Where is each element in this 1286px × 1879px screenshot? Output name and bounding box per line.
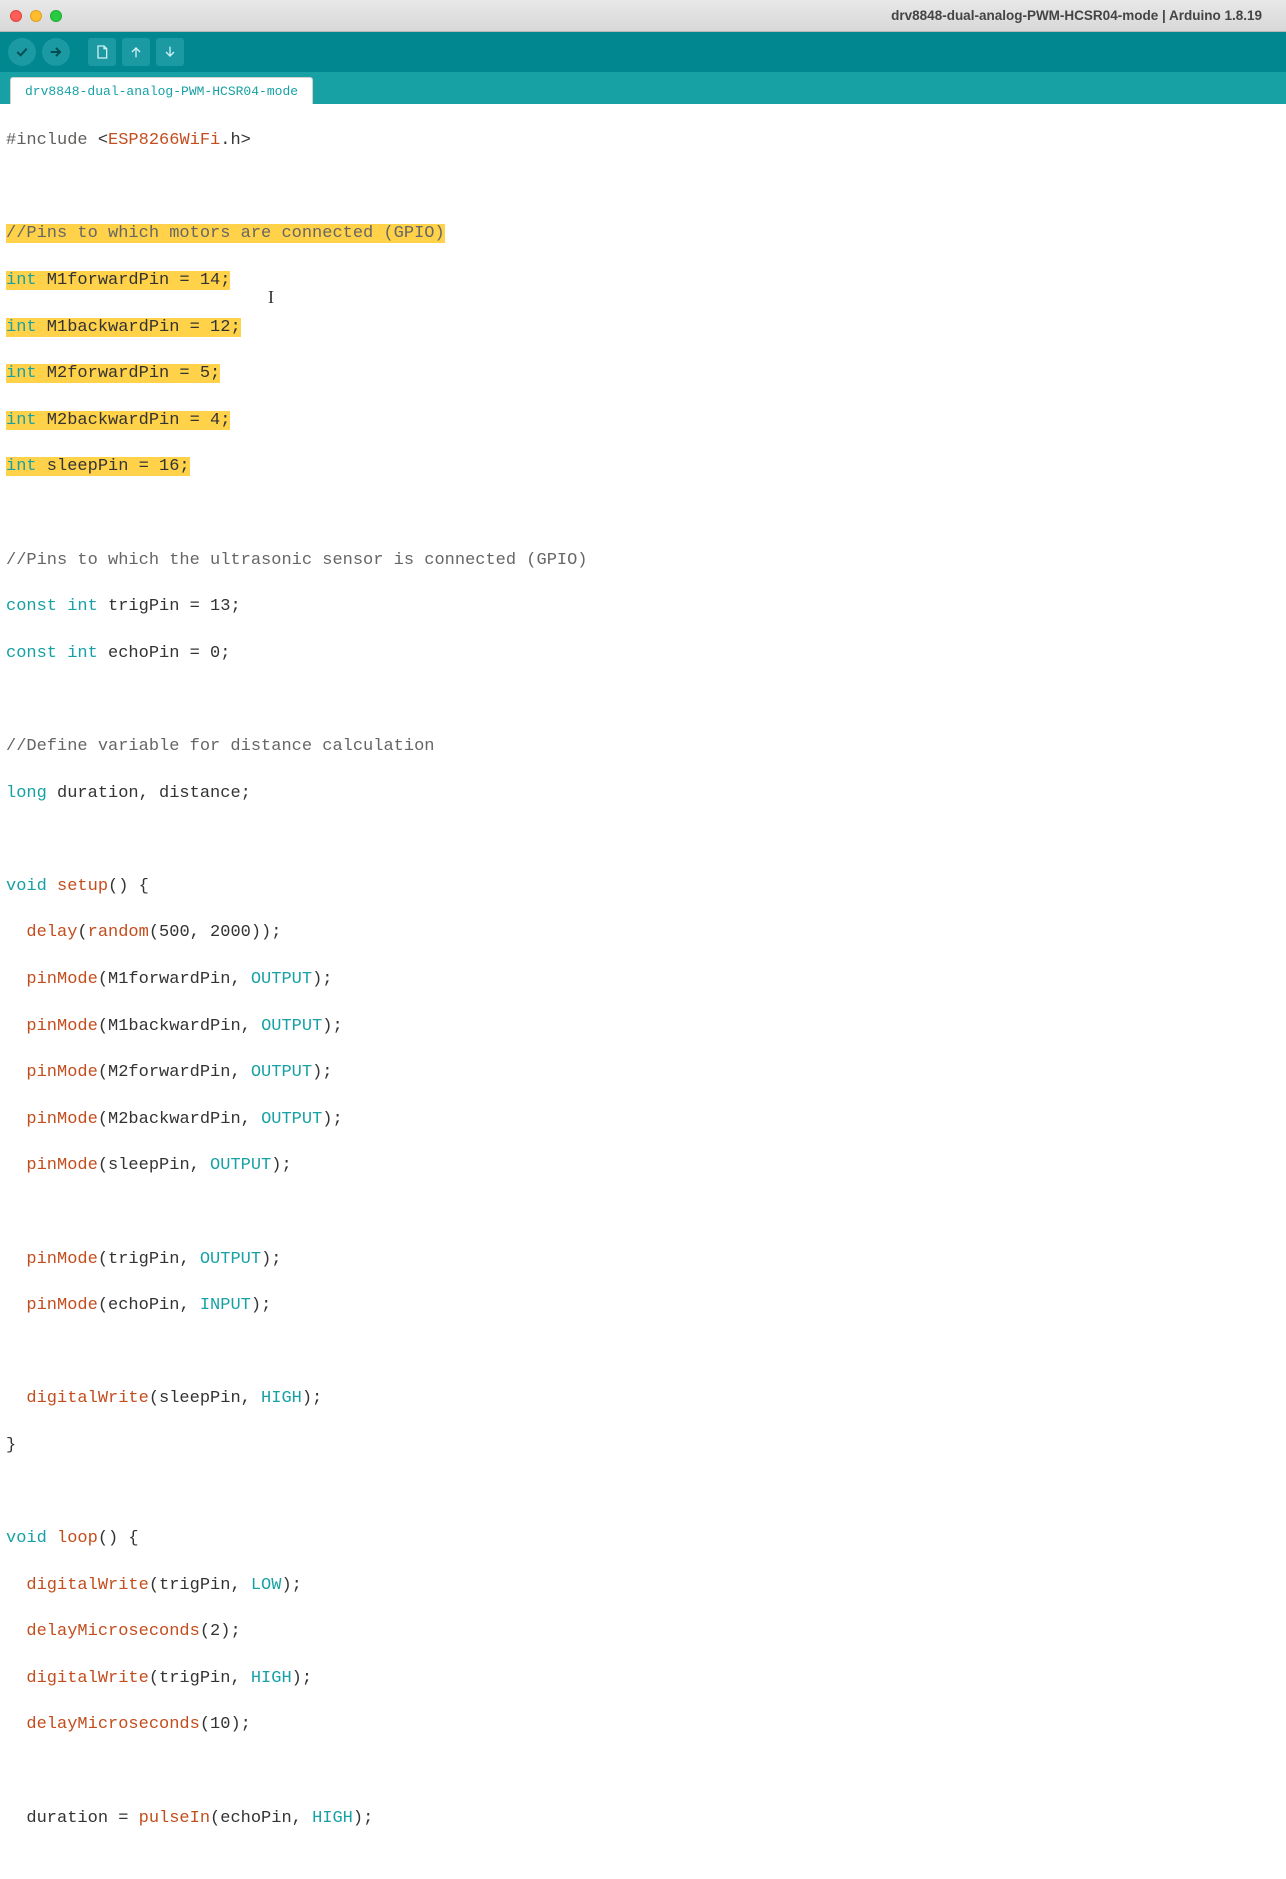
window-controls [10,10,62,22]
code-line [6,828,1280,851]
code-line: int M1forwardPin = 14; [6,269,1280,292]
code-line: pinMode(echoPin, INPUT); [6,1294,1280,1317]
tab-sketch[interactable]: drv8848-dual-analog-PWM-HCSR04-mode [10,77,313,104]
code-line: void setup() { [6,875,1280,898]
code-line [6,502,1280,525]
code-line: void loop() { [6,1527,1280,1550]
arrow-down-icon [162,44,178,60]
open-sketch-button[interactable] [122,38,150,66]
code-line [6,1201,1280,1224]
code-line: int M1backwardPin = 12; [6,316,1280,339]
code-line: //Define variable for distance calculati… [6,735,1280,758]
check-icon [14,44,30,60]
code-line: int sleepPin = 16; [6,455,1280,478]
verify-button[interactable] [8,38,36,66]
code-line: long duration, distance; [6,782,1280,805]
arrow-right-icon [48,44,64,60]
code-editor[interactable]: #include <ESP8266WiFi.h> //Pins to which… [0,104,1286,1879]
code-line [6,1481,1280,1504]
code-line: delay(random(500, 2000)); [6,921,1280,944]
file-icon [94,44,110,60]
code-line: delayMicroseconds(2); [6,1620,1280,1643]
code-line: digitalWrite(sleepPin, HIGH); [6,1387,1280,1410]
code-line [6,1760,1280,1783]
code-line: //Pins to which motors are connected (GP… [6,222,1280,245]
toolbar [0,32,1286,72]
new-sketch-button[interactable] [88,38,116,66]
minimize-window-button[interactable] [30,10,42,22]
code-line [6,688,1280,711]
code-line: pinMode(M1backwardPin, OUTPUT); [6,1015,1280,1038]
tab-bar: drv8848-dual-analog-PWM-HCSR04-mode [0,72,1286,104]
code-line: const int echoPin = 0; [6,642,1280,665]
code-line: pinMode(M1forwardPin, OUTPUT); [6,968,1280,991]
code-line: pinMode(trigPin, OUTPUT); [6,1248,1280,1271]
code-line: pinMode(M2forwardPin, OUTPUT); [6,1061,1280,1084]
code-line: int M2backwardPin = 4; [6,409,1280,432]
code-line: pinMode(M2backwardPin, OUTPUT); [6,1108,1280,1131]
code-line: const int trigPin = 13; [6,595,1280,618]
text-cursor-icon: I [268,286,274,309]
maximize-window-button[interactable] [50,10,62,22]
window-title: drv8848-dual-analog-PWM-HCSR04-mode | Ar… [0,8,1286,23]
code-line: int M2forwardPin = 5; [6,362,1280,385]
arrow-up-icon [128,44,144,60]
code-line: //Pins to which the ultrasonic sensor is… [6,549,1280,572]
code-line [6,176,1280,199]
window-titlebar: drv8848-dual-analog-PWM-HCSR04-mode | Ar… [0,0,1286,32]
save-sketch-button[interactable] [156,38,184,66]
upload-button[interactable] [42,38,70,66]
code-line: digitalWrite(trigPin, HIGH); [6,1667,1280,1690]
code-line: #include <ESP8266WiFi.h> [6,129,1280,152]
code-line [6,1341,1280,1364]
code-line: } [6,1434,1280,1457]
code-line: digitalWrite(trigPin, LOW); [6,1574,1280,1597]
code-line: pinMode(sleepPin, OUTPUT); [6,1154,1280,1177]
code-line: duration = pulseIn(echoPin, HIGH); [6,1807,1280,1830]
code-line: delayMicroseconds(10); [6,1713,1280,1736]
close-window-button[interactable] [10,10,22,22]
